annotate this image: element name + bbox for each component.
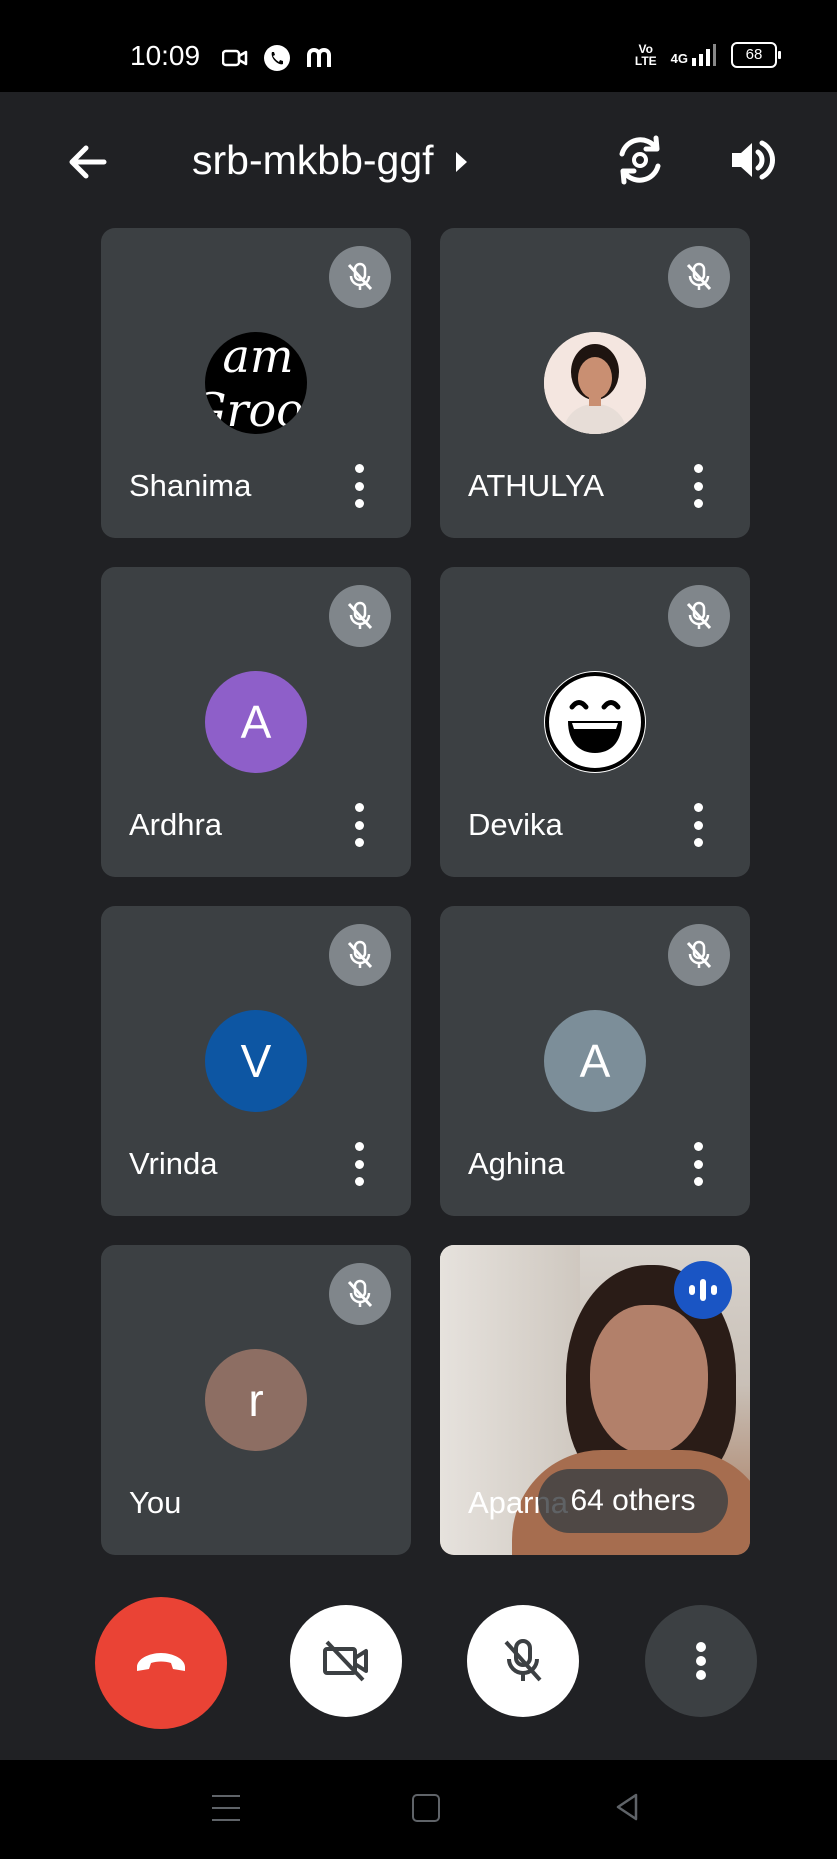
participant-tile-shanima[interactable]: I am Groot Shanima [101, 228, 411, 538]
participant-options-button[interactable] [692, 803, 704, 847]
status-notification-icons [222, 42, 336, 74]
mic-muted-indicator [329, 924, 391, 986]
camera-off-icon [323, 1640, 368, 1682]
system-navigation-bar [0, 1760, 837, 1859]
meeting-title[interactable]: srb-mkbb-ggf [192, 137, 467, 184]
mic-muted-indicator [329, 246, 391, 308]
camera-flip-icon [619, 135, 661, 185]
participant-name: Ardhra [129, 807, 223, 842]
participant-options-button[interactable] [353, 1142, 365, 1186]
avatar: V [205, 1010, 307, 1112]
participant-name: You [129, 1485, 182, 1520]
camera-toggle-button[interactable] [290, 1605, 402, 1717]
arrow-left-icon [69, 145, 107, 179]
signal-icon: 4G [671, 44, 717, 66]
call-controls [0, 1590, 837, 1730]
avatar: A [544, 1010, 646, 1112]
speaker-icon [732, 140, 776, 180]
phone-hangup-icon [137, 1653, 185, 1671]
mic-off-icon [347, 940, 373, 969]
participant-tile-vrinda[interactable]: V Vrinda [101, 906, 411, 1216]
caret-right-icon [455, 151, 467, 172]
participant-options-button[interactable] [353, 803, 365, 847]
mic-muted-indicator [329, 1263, 391, 1325]
home-icon[interactable] [412, 1794, 440, 1822]
mic-muted-indicator [668, 585, 730, 647]
participant-tile-self[interactable]: r You [101, 1245, 411, 1555]
participant-tile-athulya[interactable]: ATHULYA [440, 228, 750, 538]
participant-tile-aghina[interactable]: A Aghina [440, 906, 750, 1216]
participant-name: Aghina [468, 1146, 565, 1181]
mic-toggle-button[interactable] [467, 1605, 579, 1717]
video-call-notification-icon [222, 49, 248, 67]
status-bar: 10:09 Vo LTE 4G 68 [0, 0, 837, 92]
mic-off-icon [504, 1639, 542, 1682]
back-triangle-icon[interactable] [612, 1792, 642, 1822]
volte-icon: Vo LTE [634, 42, 657, 68]
smiley-emoji-icon [544, 671, 646, 773]
back-button[interactable] [62, 137, 122, 187]
avatar: A [205, 671, 307, 773]
meeting-code: srb-mkbb-ggf [192, 137, 434, 183]
mic-muted-indicator [668, 924, 730, 986]
participant-tile-devika[interactable]: Devika [440, 567, 750, 877]
mic-off-icon [686, 262, 712, 291]
end-call-button[interactable] [95, 1597, 227, 1729]
avatar: r [205, 1349, 307, 1451]
participant-options-button[interactable] [692, 464, 704, 508]
status-system-icons: Vo LTE 4G 68 [634, 42, 781, 68]
whatsapp-notification-icon [264, 45, 290, 71]
mic-off-icon [347, 601, 373, 630]
audio-output-button[interactable] [724, 132, 780, 188]
mic-off-icon [686, 601, 712, 630]
others-count-button[interactable]: 64 others [538, 1469, 728, 1533]
status-time: 10:09 [130, 40, 201, 71]
speaking-indicator-icon [674, 1261, 732, 1319]
participant-name: Vrinda [129, 1146, 218, 1181]
mic-off-icon [347, 262, 373, 291]
mic-off-icon [347, 1279, 373, 1308]
more-vertical-icon [696, 1642, 706, 1680]
mic-muted-indicator [668, 246, 730, 308]
participant-name: ATHULYA [468, 468, 605, 503]
battery-indicator: 68 [731, 42, 781, 68]
more-options-button[interactable] [645, 1605, 757, 1717]
participant-options-button[interactable] [353, 464, 365, 508]
participant-name: Shanima [129, 468, 252, 503]
meeting-header: srb-mkbb-ggf [0, 92, 837, 222]
mic-off-icon [686, 940, 712, 969]
video-tile-aparna[interactable]: Aparna 64 others [440, 1245, 750, 1555]
participant-options-button[interactable] [692, 1142, 704, 1186]
mic-muted-indicator [329, 585, 391, 647]
switch-camera-button[interactable] [612, 132, 668, 188]
avatar: I am Groot [205, 332, 307, 434]
avatar-photo [544, 332, 646, 434]
participant-name: Devika [468, 807, 563, 842]
participant-tile-ardhra[interactable]: A Ardhra [101, 567, 411, 877]
meet-notification-icon [307, 47, 331, 67]
recent-apps-icon[interactable] [212, 1795, 240, 1821]
